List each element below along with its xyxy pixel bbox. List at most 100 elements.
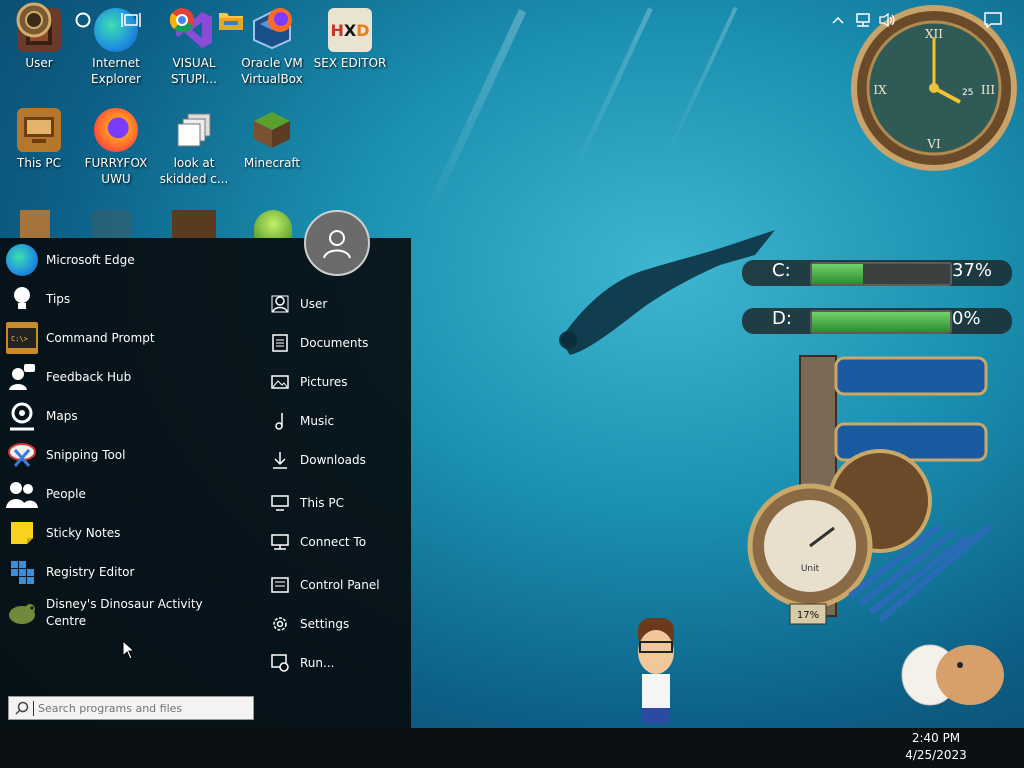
- lime-icon: [254, 210, 292, 238]
- tray-clock[interactable]: 2:40 PM 4/25/2023: [898, 730, 974, 764]
- taskbar-file-explorer[interactable]: [212, 0, 250, 40]
- control-panel-icon: [270, 575, 290, 595]
- cortana-button[interactable]: [66, 0, 100, 40]
- search-input[interactable]: [33, 700, 240, 716]
- start-place-label: Downloads: [300, 453, 366, 467]
- start-app-label: Feedback Hub: [46, 369, 132, 384]
- user-icon: [270, 294, 290, 314]
- edge-icon: [6, 244, 38, 276]
- start-app-microsoft-edge[interactable]: Microsoft Edge: [6, 242, 256, 278]
- drive-gauge-c: C: 37%: [742, 258, 1012, 288]
- start-app-sticky-notes[interactable]: Sticky Notes: [6, 515, 256, 551]
- light-ray: [666, 6, 738, 154]
- desktop-icon-label: Oracle VM VirtualBox: [241, 56, 303, 86]
- chrome-icon: [169, 8, 194, 33]
- start-app-dinosaur-activity-centre[interactable]: Disney's Dinosaur Activity Centre: [6, 593, 256, 633]
- dinosaur-icon: [6, 597, 38, 629]
- task-view-icon: [121, 13, 141, 27]
- desktop-icon-label: This PC: [17, 156, 61, 170]
- start-app-label: Disney's Dinosaur Activity Centre: [46, 597, 203, 628]
- feedback-hub-icon: [6, 361, 38, 393]
- desktop-icon-this-pc[interactable]: This PC: [1, 108, 77, 171]
- download-icon: [270, 450, 290, 470]
- start-place-run[interactable]: Run...: [270, 649, 334, 677]
- cartoon-character-image: [638, 618, 674, 724]
- start-app-maps[interactable]: Maps: [6, 398, 256, 434]
- start-place-music[interactable]: Music: [270, 407, 334, 435]
- start-app-people[interactable]: People: [6, 476, 256, 512]
- mouse-cursor-icon: [122, 640, 136, 660]
- music-icon: [270, 411, 290, 431]
- cortana-circle-icon: [75, 12, 91, 28]
- start-place-label: Settings: [300, 617, 350, 631]
- start-app-tips[interactable]: Tips: [6, 281, 256, 317]
- start-place-this-pc[interactable]: This PC: [270, 489, 344, 517]
- firefox-icon: [94, 108, 138, 152]
- drive-usage-fill: [812, 312, 950, 332]
- drive-usage-bar: [810, 310, 952, 334]
- start-place-settings[interactable]: Settings: [270, 610, 349, 638]
- start-place-user[interactable]: User: [270, 290, 327, 318]
- document-icon: [270, 333, 290, 353]
- start-place-connect-to[interactable]: Connect To: [270, 528, 366, 556]
- chevron-up-icon: [832, 16, 844, 24]
- sticky-notes-icon: [6, 517, 38, 549]
- connect-icon: [270, 532, 290, 552]
- start-place-documents[interactable]: Documents: [270, 329, 368, 357]
- start-app-label: Sticky Notes: [46, 525, 121, 540]
- action-center-button[interactable]: [978, 0, 1008, 40]
- start-place-downloads[interactable]: Downloads: [270, 446, 366, 474]
- taskbar-chrome[interactable]: [164, 0, 200, 40]
- command-prompt-icon: C:\>: [6, 322, 38, 354]
- start-app-snipping-tool[interactable]: Snipping Tool: [6, 437, 256, 473]
- tray-volume-button[interactable]: [876, 0, 898, 40]
- archive-icon: [20, 210, 50, 238]
- light-ray: [421, 9, 527, 221]
- desktop-icon-label: Internet Explorer: [91, 56, 141, 86]
- start-app-label: Microsoft Edge: [46, 252, 135, 267]
- taskbar-firefox[interactable]: [262, 0, 298, 40]
- start-place-label: Connect To: [300, 535, 367, 549]
- svg-text:C:\>: C:\>: [11, 335, 28, 343]
- drive-letter: C:: [772, 260, 791, 281]
- clock-date: 4/25/2023: [905, 748, 967, 762]
- start-search-box[interactable]: [8, 696, 254, 720]
- lightbulb-icon: [6, 283, 38, 315]
- desktop-icon-firefox[interactable]: FURRYFOX UWU: [78, 108, 154, 187]
- start-place-control-panel[interactable]: Control Panel: [270, 571, 380, 599]
- start-place-pictures[interactable]: Pictures: [270, 368, 348, 396]
- people-icon: [6, 478, 38, 510]
- run-icon: [270, 653, 290, 673]
- start-app-label: Registry Editor: [46, 564, 135, 579]
- start-button[interactable]: [8, 0, 60, 40]
- drive-usage-fill: [812, 264, 864, 284]
- start-menu-user-avatar[interactable]: [304, 210, 370, 276]
- desktop-icon-shortcut[interactable]: look at skidded c...: [156, 108, 232, 187]
- drive-percent: 0%: [952, 308, 981, 329]
- computer-icon: [270, 493, 290, 513]
- clock-date-label: 25: [962, 88, 973, 98]
- desktop-icon-label: look at skidded c...: [159, 156, 229, 186]
- desktop-icon-label: FURRYFOX UWU: [84, 156, 148, 186]
- task-view-button[interactable]: [112, 0, 150, 40]
- tray-network-button[interactable]: [852, 0, 874, 40]
- start-app-label: Tips: [46, 291, 71, 306]
- desktop-icon-hex-editor[interactable]: HXD SEX EDITOR: [312, 8, 388, 71]
- svg-text:III: III: [981, 83, 995, 97]
- network-icon: [856, 13, 870, 27]
- svg-text:Unit: Unit: [801, 564, 820, 574]
- start-app-feedback-hub[interactable]: Feedback Hub: [6, 359, 256, 395]
- start-app-label: Command Prompt: [46, 330, 155, 345]
- maps-icon: [6, 400, 38, 432]
- tray-overflow-button[interactable]: [828, 0, 848, 40]
- start-app-registry-editor[interactable]: Registry Editor: [6, 554, 256, 590]
- drive-letter: D:: [772, 308, 792, 329]
- taskbar: [0, 728, 1024, 768]
- desktop-icon-minecraft[interactable]: Minecraft: [234, 108, 310, 171]
- start-app-command-prompt[interactable]: C:\> Command Prompt: [6, 320, 256, 356]
- start-place-label: Control Panel: [300, 578, 380, 592]
- desktop-icon-label: SEX EDITOR: [313, 56, 387, 70]
- start-place-label: User: [300, 297, 328, 311]
- folder-icon: [219, 13, 243, 30]
- start-app-label: People: [46, 486, 86, 501]
